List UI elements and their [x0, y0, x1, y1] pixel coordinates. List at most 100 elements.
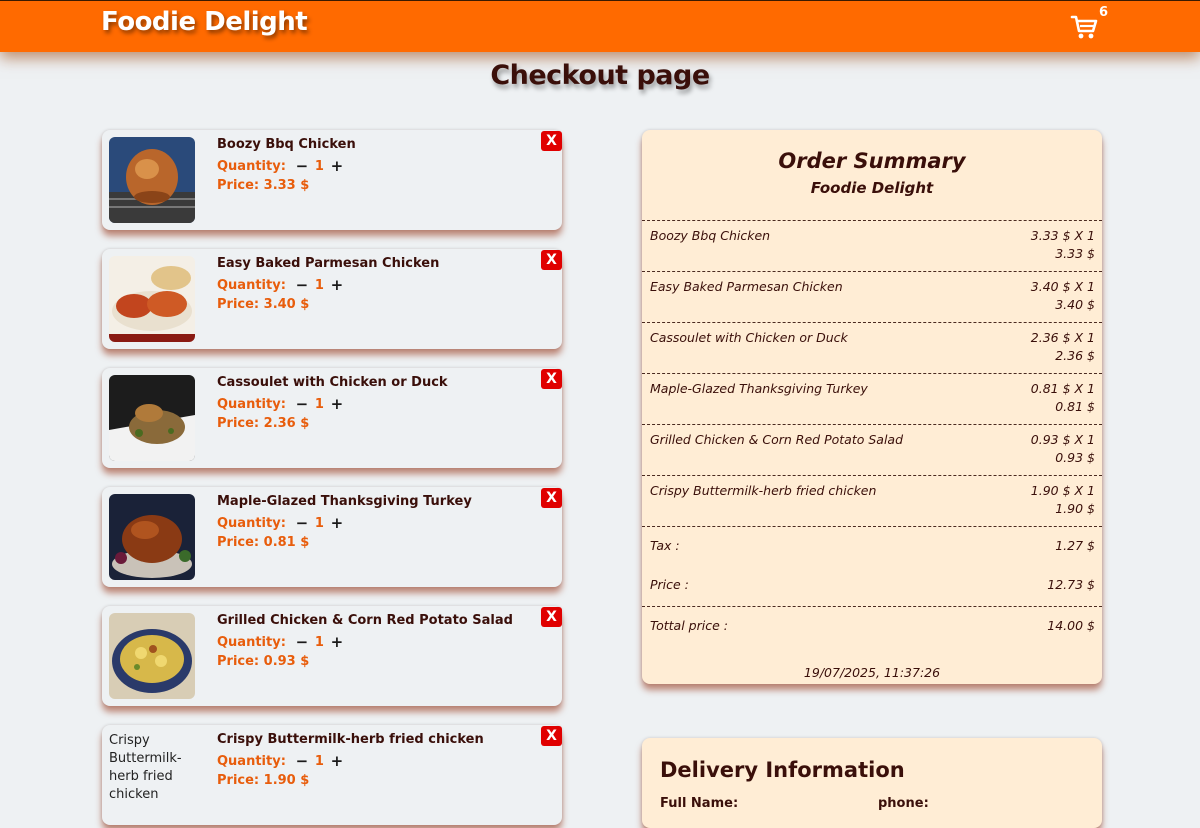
quantity-label: Quantity:	[217, 634, 286, 650]
price-value: 3.40 $	[263, 297, 310, 312]
divider	[642, 220, 1102, 221]
summary-item-total: 3.33 $	[1055, 246, 1095, 261]
quantity-value: 1	[314, 753, 324, 769]
price-label: Price:	[217, 416, 264, 431]
summary-item-name: Boozy Bbq Chicken	[650, 228, 771, 243]
divider	[642, 606, 1102, 607]
summary-item-unit: 0.93 $ X 1	[1030, 432, 1095, 447]
increase-quantity-button[interactable]: +	[330, 276, 344, 294]
divider	[642, 475, 1102, 476]
price-label: Price:	[217, 178, 264, 193]
cart-item: Cassoulet with Chicken or Duck Quantity:…	[102, 368, 562, 468]
summary-item-name: Crispy Buttermilk-herb fried chicken	[650, 483, 877, 498]
summary-item-name: Maple-Glazed Thanksgiving Turkey	[650, 381, 868, 396]
decrease-quantity-button[interactable]: −	[295, 276, 309, 294]
item-image-cassoulet	[109, 375, 195, 461]
item-name: Boozy Bbq Chicken	[217, 137, 356, 152]
cart-item: Crispy Buttermilk-herb fried chicken Cri…	[102, 725, 562, 825]
summary-item-total: 0.81 $	[1055, 399, 1095, 414]
divider	[642, 526, 1102, 527]
summary-item-unit: 0.81 $ X 1	[1030, 381, 1095, 396]
item-image-potato-salad	[109, 613, 195, 699]
quantity-label: Quantity:	[217, 277, 286, 293]
remove-item-button[interactable]: X	[541, 607, 562, 627]
quantity-row: Quantity: − 1 +	[217, 514, 344, 532]
quantity-row: Quantity: − 1 +	[217, 157, 344, 175]
price-label: Price:	[217, 297, 264, 312]
quantity-value: 1	[314, 515, 324, 531]
increase-quantity-button[interactable]: +	[330, 752, 344, 770]
price-value: 0.81 $	[263, 535, 310, 550]
item-price: Price: 0.93 $	[217, 654, 309, 669]
increase-quantity-button[interactable]: +	[330, 633, 344, 651]
item-image-parmesan-chicken	[109, 256, 195, 342]
divider	[642, 271, 1102, 272]
summary-item-unit: 2.36 $ X 1	[1030, 330, 1095, 345]
item-image-alt-text: Crispy Buttermilk-herb fried chicken	[109, 733, 182, 802]
page-title: Checkout page	[490, 60, 710, 91]
quantity-value: 1	[314, 634, 324, 650]
decrease-quantity-button[interactable]: −	[295, 395, 309, 413]
price-value: 0.93 $	[263, 654, 310, 669]
quantity-row: Quantity: − 1 +	[217, 752, 344, 770]
quantity-label: Quantity:	[217, 515, 286, 531]
summary-item-total: 0.93 $	[1055, 450, 1095, 465]
cart-item: Grilled Chicken & Corn Red Potato Salad …	[102, 606, 562, 706]
price-value: 3.33 $	[263, 178, 310, 193]
increase-quantity-button[interactable]: +	[330, 514, 344, 532]
remove-item-button[interactable]: X	[541, 250, 562, 270]
delivery-information-card: Delivery Information Full Name: phone:	[642, 738, 1102, 828]
cart-count-badge: 6	[1099, 5, 1109, 20]
price-label: Price:	[217, 773, 264, 788]
remove-item-button[interactable]: X	[541, 369, 562, 389]
remove-item-button[interactable]: X	[541, 726, 562, 746]
item-price: Price: 1.90 $	[217, 773, 309, 788]
quantity-label: Quantity:	[217, 753, 286, 769]
brand-logo-text[interactable]: Foodie Delight	[101, 7, 308, 37]
remove-item-button[interactable]: X	[541, 488, 562, 508]
quantity-label: Quantity:	[217, 158, 286, 174]
item-price: Price: 0.81 $	[217, 535, 309, 550]
increase-quantity-button[interactable]: +	[330, 157, 344, 175]
quantity-row: Quantity: − 1 +	[217, 395, 344, 413]
item-price: Price: 3.40 $	[217, 297, 309, 312]
decrease-quantity-button[interactable]: −	[295, 514, 309, 532]
price-label: Price :	[650, 577, 689, 592]
summary-item-unit: 3.33 $ X 1	[1030, 228, 1095, 243]
order-summary-card: Order Summary Foodie Delight Boozy Bbq C…	[642, 130, 1102, 684]
quantity-value: 1	[314, 277, 324, 293]
quantity-value: 1	[314, 396, 324, 412]
decrease-quantity-button[interactable]: −	[295, 633, 309, 651]
decrease-quantity-button[interactable]: −	[295, 752, 309, 770]
price-label: Price:	[217, 535, 264, 550]
tax-label: Tax :	[650, 538, 680, 553]
item-image-roast-chicken	[109, 137, 195, 223]
cart-item: Easy Baked Parmesan Chicken Quantity: − …	[102, 249, 562, 349]
order-timestamp: 19/07/2025, 11:37:26	[803, 665, 941, 680]
divider	[642, 322, 1102, 323]
summary-item-unit: 1.90 $ X 1	[1030, 483, 1095, 498]
top-navbar: Foodie Delight 6	[0, 0, 1200, 52]
decrease-quantity-button[interactable]: −	[295, 157, 309, 175]
tax-value: 1.27 $	[1055, 538, 1095, 553]
cart-item: Boozy Bbq Chicken Quantity: − 1 + Price:…	[102, 130, 562, 230]
order-summary-title: Order Summary	[778, 149, 966, 173]
summary-item-name: Cassoulet with Chicken or Duck	[650, 330, 848, 345]
summary-item-total: 3.40 $	[1055, 297, 1095, 312]
item-price: Price: 3.33 $	[217, 178, 309, 193]
phone-label: phone:	[878, 796, 929, 811]
item-name: Easy Baked Parmesan Chicken	[217, 256, 440, 271]
quantity-label: Quantity:	[217, 396, 286, 412]
shopping-cart-icon[interactable]	[1070, 12, 1100, 42]
delivery-title: Delivery Information	[660, 758, 905, 782]
item-price: Price: 2.36 $	[217, 416, 309, 431]
increase-quantity-button[interactable]: +	[330, 395, 344, 413]
total-price-label: Tottal price :	[650, 618, 728, 633]
cart-item: Maple-Glazed Thanksgiving Turkey Quantit…	[102, 487, 562, 587]
quantity-value: 1	[314, 158, 324, 174]
total-price-value: 14.00 $	[1047, 618, 1095, 633]
remove-item-button[interactable]: X	[541, 131, 562, 151]
item-name: Cassoulet with Chicken or Duck	[217, 375, 448, 390]
price-value: 2.36 $	[263, 416, 310, 431]
summary-item-total: 2.36 $	[1055, 348, 1095, 363]
